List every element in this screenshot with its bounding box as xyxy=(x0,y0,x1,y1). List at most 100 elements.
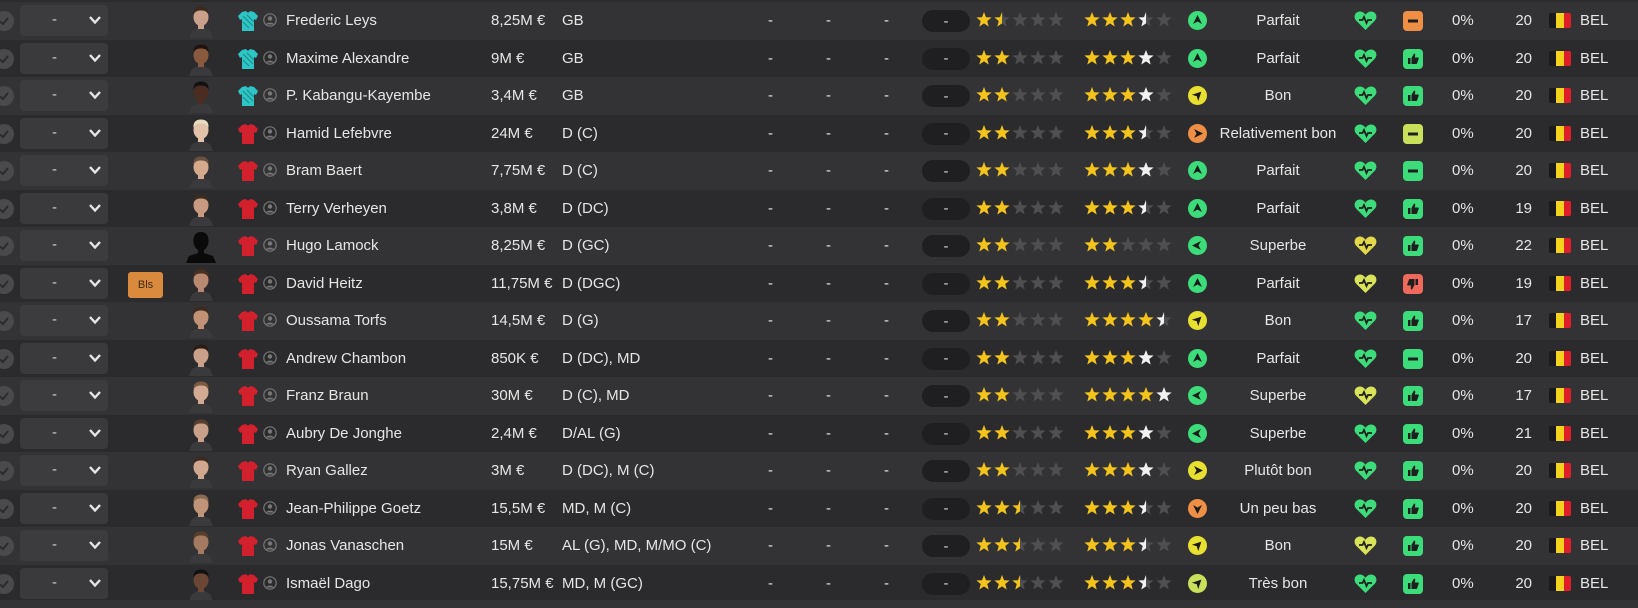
player-name[interactable]: P. Kabangu-Kayembe xyxy=(286,87,431,104)
check-icon[interactable] xyxy=(0,123,14,144)
selection-dropdown[interactable]: - xyxy=(20,417,108,449)
selection-dropdown[interactable]: - xyxy=(20,567,108,599)
heart-icon xyxy=(1354,199,1377,218)
check-icon[interactable] xyxy=(0,198,14,219)
check-icon[interactable] xyxy=(0,386,14,406)
star-icon xyxy=(994,499,1010,514)
stat-col-2: - xyxy=(826,312,831,329)
player-name[interactable]: Jean-Philippe Goetz xyxy=(286,500,421,517)
table-row[interactable]: - Aubry De Jonghe 2,4M € D/AL (G) - - - … xyxy=(0,414,1638,452)
selection-dropdown[interactable]: - xyxy=(20,42,108,74)
table-row[interactable]: - Ismaël Dago 15,75M € MD, M (GC) - - - … xyxy=(0,564,1638,602)
table-row[interactable]: - Frederic Leys 8,25M € GB - - - - Parfa… xyxy=(0,2,1638,40)
table-row[interactable]: - Jonas Vanaschen 15M € AL (G), MD, M/MO… xyxy=(0,527,1638,565)
nationality: BEL xyxy=(1580,162,1609,179)
selection-dropdown[interactable]: - xyxy=(20,117,108,149)
player-name[interactable]: Aubry De Jonghe xyxy=(286,425,402,442)
player-name[interactable]: Hamid Lefebvre xyxy=(286,125,392,142)
check-icon[interactable] xyxy=(0,273,14,294)
transfer-value: 7,75M € xyxy=(491,162,546,179)
selection-dropdown[interactable]: - xyxy=(20,80,108,111)
check-icon[interactable] xyxy=(0,86,14,106)
table-row[interactable]: - P. Kabangu-Kayembe 3,4M € GB - - - - B… xyxy=(0,77,1638,115)
check-icon[interactable] xyxy=(0,236,14,256)
star-icon xyxy=(1120,312,1136,327)
star-icon xyxy=(1048,387,1064,402)
selection-dropdown[interactable]: - xyxy=(20,530,108,561)
star-icon xyxy=(994,124,1010,139)
player-age: 20 xyxy=(1515,349,1532,367)
check-icon[interactable] xyxy=(0,348,14,369)
check-icon[interactable] xyxy=(0,573,14,594)
selection-dropdown[interactable]: - xyxy=(20,305,108,336)
table-row[interactable]: - Bls David Heitz 11,75M € D (DGC) - - -… xyxy=(0,264,1638,302)
player-name[interactable]: Franz Braun xyxy=(286,387,369,404)
table-row[interactable]: - Terry Verheyen 3,8M € D (DC) - - - - P… xyxy=(0,189,1638,227)
selection-dropdown[interactable]: - xyxy=(20,5,108,36)
check-icon[interactable] xyxy=(0,461,14,481)
role-pill[interactable]: - xyxy=(922,122,970,145)
role-pill[interactable]: - xyxy=(922,347,970,370)
selection-dropdown[interactable]: - xyxy=(20,155,108,186)
role-pill[interactable]: - xyxy=(922,497,970,520)
selection-dropdown[interactable]: - xyxy=(20,492,108,524)
belgium-flag-icon xyxy=(1549,200,1571,216)
thumb-down-red-icon xyxy=(1403,273,1423,294)
role-pill[interactable]: - xyxy=(922,572,970,595)
check-icon[interactable] xyxy=(0,161,14,181)
selection-dropdown[interactable]: - xyxy=(20,342,108,374)
role-pill[interactable]: - xyxy=(922,160,970,182)
role-pill[interactable]: - xyxy=(922,310,970,332)
player-name[interactable]: Oussama Torfs xyxy=(286,312,387,329)
selection-value: - xyxy=(52,273,57,291)
selection-dropdown[interactable]: - xyxy=(20,192,108,224)
star-icon xyxy=(1048,462,1064,477)
table-row[interactable]: - Hugo Lamock 8,25M € D (GC) - - - - Sup… xyxy=(0,227,1638,265)
star-icon xyxy=(976,162,992,177)
check-icon[interactable] xyxy=(0,11,14,31)
check-icon[interactable] xyxy=(0,311,14,331)
table-row[interactable]: - Hamid Lefebvre 24M € D (C) - - - - Rel… xyxy=(0,114,1638,152)
player-name[interactable]: Ryan Gallez xyxy=(286,462,368,479)
role-pill[interactable]: - xyxy=(922,85,970,107)
role-pill[interactable]: - xyxy=(922,422,970,445)
table-row[interactable]: - Ryan Gallez 3M € D (DC), M (C) - - - -… xyxy=(0,452,1638,490)
selection-dropdown[interactable]: - xyxy=(20,380,108,411)
table-row[interactable]: - Maxime Alexandre 9M € GB - - - - Parfa… xyxy=(0,39,1638,77)
table-row[interactable]: - Andrew Chambon 850K € D (DC), MD - - -… xyxy=(0,339,1638,377)
player-name[interactable]: Maxime Alexandre xyxy=(286,50,409,67)
percentage: 0% xyxy=(1452,312,1474,329)
player-name[interactable]: Andrew Chambon xyxy=(286,350,406,367)
check-icon[interactable] xyxy=(0,536,14,556)
table-row[interactable]: - Oussama Torfs 14,5M € D (G) - - - - Bo… xyxy=(0,302,1638,340)
selection-dropdown[interactable]: - xyxy=(20,267,108,299)
player-name[interactable]: David Heitz xyxy=(286,275,363,292)
table-row[interactable]: - Jean-Philippe Goetz 15,5M € MD, M (C) … xyxy=(0,489,1638,527)
role-pill[interactable]: - xyxy=(922,10,970,32)
role-pill[interactable]: - xyxy=(922,385,970,407)
role-pill[interactable]: - xyxy=(922,535,970,557)
player-name[interactable]: Hugo Lamock xyxy=(286,237,379,254)
role-pill[interactable]: - xyxy=(922,235,970,257)
player-name[interactable]: Terry Verheyen xyxy=(286,200,387,217)
check-icon[interactable] xyxy=(0,423,14,444)
player-name[interactable]: Ismaël Dago xyxy=(286,575,370,592)
player-name[interactable]: Jonas Vanaschen xyxy=(286,537,404,554)
player-position: D (DGC) xyxy=(562,274,621,292)
role-pill[interactable]: - xyxy=(922,197,970,220)
selection-dropdown[interactable]: - xyxy=(20,455,108,486)
injury-badge[interactable]: Bls xyxy=(128,271,163,298)
check-icon[interactable] xyxy=(0,498,14,519)
player-name[interactable]: Frederic Leys xyxy=(286,12,377,29)
role-pill[interactable]: - xyxy=(922,460,970,482)
person-icon xyxy=(263,313,277,327)
table-row[interactable]: - Franz Braun 30M € D (C), MD - - - - Su… xyxy=(0,377,1638,415)
selection-dropdown[interactable]: - xyxy=(20,230,108,261)
role-pill[interactable]: - xyxy=(922,272,970,295)
role-pill[interactable]: - xyxy=(922,47,970,70)
table-row[interactable]: - Bram Baert 7,75M € D (C) - - - - Parfa… xyxy=(0,152,1638,190)
player-name[interactable]: Bram Baert xyxy=(286,162,362,179)
current-ability-stars xyxy=(976,49,1064,64)
check-icon[interactable] xyxy=(0,48,14,69)
diag-arrow-yellow-icon xyxy=(1188,311,1207,330)
